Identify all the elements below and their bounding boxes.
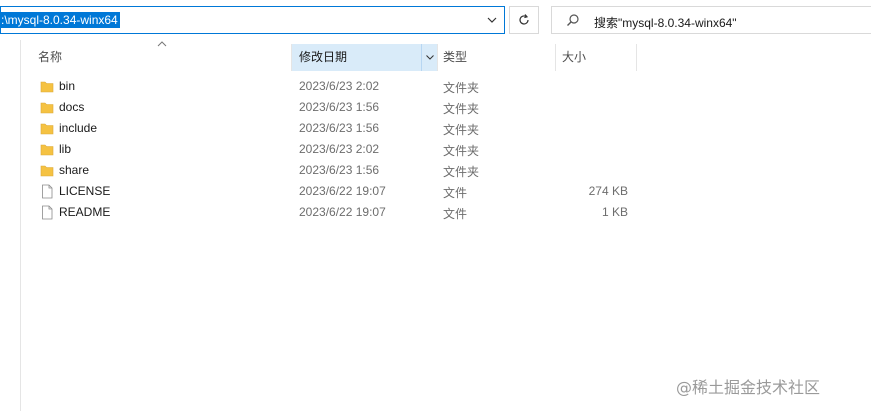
watermark: @稀土掘金技术社区 [676,378,821,397]
file-row-include[interactable]: include 2023/6/23 1:56 文件夹 [20,118,871,139]
file-icon [42,184,53,199]
file-date: 2023/6/22 19:07 [299,205,386,219]
folder-icon [40,123,54,135]
file-date: 2023/6/22 19:07 [299,184,386,198]
file-row-bin[interactable]: bin 2023/6/23 2:02 文件夹 [20,76,871,97]
file-type: 文件夹 [443,81,480,95]
file-type: 文件夹 [443,123,480,137]
search-input[interactable]: 搜索"mysql-8.0.34-winx64" [551,6,871,34]
file-row-license[interactable]: LICENSE 2023/6/22 19:07 文件 274 KB [20,181,871,202]
file-name: bin [59,79,76,93]
navigation-pane-edge [0,40,21,411]
chevron-down-icon[interactable] [485,13,499,27]
file-row-share[interactable]: share 2023/6/23 1:56 文件夹 [20,160,871,181]
column-header: 名称 修改日期 类型 大小 [20,44,871,71]
file-type: 文件 [443,186,468,200]
file-name: README [59,205,111,219]
file-type: 文件夹 [443,144,480,158]
folder-icon [40,81,54,93]
column-header-size[interactable]: 大小 [556,44,636,71]
file-name: share [59,163,90,177]
file-date: 2023/6/23 1:56 [299,121,380,135]
file-date: 2023/6/23 1:56 [299,163,380,177]
refresh-icon [519,14,529,25]
address-path[interactable]: :\mysql-8.0.34-winx64 [1,12,120,28]
folder-icon [40,144,54,156]
file-type: 文件夹 [443,165,480,179]
file-date: 2023/6/23 1:56 [299,100,380,114]
folder-icon [40,165,54,177]
file-name: lib [59,142,72,156]
file-type: 文件夹 [443,102,480,116]
file-size: 274 KB [588,184,628,198]
address-bar[interactable]: :\mysql-8.0.34-winx64 [0,6,505,34]
folder-icon [40,102,54,114]
file-name: LICENSE [59,184,111,198]
file-row-lib[interactable]: lib 2023/6/23 2:02 文件夹 [20,139,871,160]
file-date: 2023/6/23 2:02 [299,79,380,93]
column-header-type[interactable]: 类型 [438,44,554,71]
column-filter-button[interactable] [421,44,437,71]
refresh-button[interactable] [509,6,539,34]
column-divider[interactable] [636,44,637,71]
file-date: 2023/6/23 2:02 [299,142,380,156]
file-type: 文件 [443,207,468,221]
column-header-name[interactable]: 名称 [20,44,290,71]
toolbar: :\mysql-8.0.34-winx64 搜索"mysql-8.0.34-wi… [0,0,871,40]
search-icon [567,14,579,26]
file-size: 1 KB [601,205,628,219]
column-header-date[interactable]: 修改日期 [292,44,437,71]
file-row-readme[interactable]: README 2023/6/22 19:07 文件 1 KB [20,202,871,223]
search-placeholder: 搜索"mysql-8.0.34-winx64" [594,16,737,30]
file-name: include [59,121,98,135]
chevron-down-icon [426,55,434,60]
file-icon [42,205,53,220]
file-row-docs[interactable]: docs 2023/6/23 1:56 文件夹 [20,97,871,118]
file-name: docs [59,100,85,114]
